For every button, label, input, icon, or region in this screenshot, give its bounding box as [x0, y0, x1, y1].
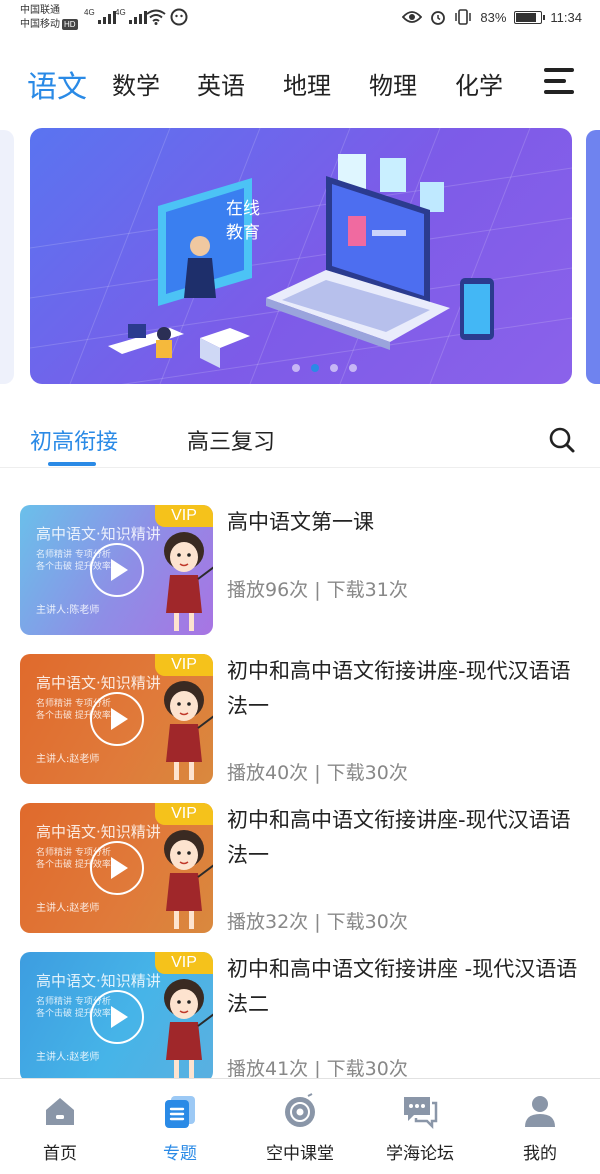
- clock: 11:34: [550, 9, 582, 25]
- vibrate-icon: [455, 9, 472, 25]
- nav-forum[interactable]: 学海论坛: [360, 1079, 480, 1174]
- nav-home[interactable]: 首页: [0, 1079, 120, 1174]
- wifi-icon: [146, 9, 166, 25]
- banner-slide[interactable]: 在线 教育: [30, 128, 572, 384]
- subject-tab-chinese[interactable]: 语文: [27, 62, 87, 106]
- battery-icon: [514, 10, 546, 24]
- nav-topics[interactable]: 专题: [120, 1079, 240, 1174]
- subject-tab-chemistry[interactable]: 化学: [455, 66, 503, 101]
- carousel-dot[interactable]: [292, 364, 300, 372]
- course-title[interactable]: 高中语文第一课: [227, 505, 587, 540]
- active-tab-indicator: [48, 462, 96, 466]
- teacher-illustration: [164, 830, 213, 929]
- vip-badge: VIP: [155, 952, 213, 974]
- nav-me[interactable]: 我的: [480, 1079, 600, 1174]
- carrier-info: 中国联通 中国移动 HD: [20, 4, 78, 32]
- list-item[interactable]: 高中语文·知识精讲 名师精讲 专项分析 各个击破 提升效率 主讲人:赵老师 VIP…: [0, 803, 600, 953]
- menu-icon[interactable]: [544, 66, 576, 98]
- carrier-1: 中国联通: [20, 5, 60, 16]
- subject-tab-geography[interactable]: 地理: [283, 66, 331, 101]
- course-thumbnail[interactable]: 高中语文·知识精讲 名师精讲 专项分析 各个击破 提升效率 主讲人:赵老师 VIP: [20, 803, 213, 933]
- course-title[interactable]: 初中和高中语文衔接讲座-现代汉语语法一: [227, 803, 587, 873]
- play-icon[interactable]: [90, 543, 144, 597]
- forum-icon: [404, 1097, 438, 1129]
- status-right: 83% 11:34: [402, 9, 582, 25]
- disc-icon: [285, 1093, 315, 1127]
- teacher-illustration: [164, 532, 213, 631]
- subject-tab-physics[interactable]: 物理: [369, 66, 417, 101]
- thumbnail-teacher: 主讲人:赵老师: [36, 754, 100, 765]
- banner-text-1: 在线: [226, 199, 260, 219]
- thumbnail-title: 高中语文·知识精讲: [36, 525, 161, 543]
- home-icon: [46, 1098, 74, 1125]
- tab-junior-senior-transition[interactable]: 初高衔接: [30, 424, 118, 456]
- status-bar: 中国联通 中国移动 HD 4G 4G 83% 11:34: [0, 0, 600, 40]
- category-tab-bar: 初高衔接 高三复习: [0, 400, 600, 468]
- course-stats: 播放32次 | 下载30次: [227, 911, 408, 933]
- user-icon: [525, 1096, 555, 1127]
- network-type-1: 4G: [84, 8, 95, 17]
- banner-carousel[interactable]: 在线 教育: [0, 128, 600, 386]
- message-icon: [170, 8, 188, 26]
- course-stats: 播放41次 | 下载30次: [227, 1058, 408, 1078]
- course-title[interactable]: 初中和高中语文衔接讲座-现代汉语语法一: [227, 654, 587, 724]
- teacher-illustration: [164, 979, 213, 1078]
- course-thumbnail[interactable]: 高中语文·知识精讲 名师精讲 专项分析 各个击破 提升效率 主讲人:赵老师 VIP: [20, 952, 213, 1078]
- carousel-dots: [292, 364, 357, 372]
- eye-icon: [402, 11, 423, 23]
- list-item[interactable]: 高中语文·知识精讲 名师精讲 专项分析 各个击破 提升效率 主讲人:陈老师 VIP…: [0, 505, 600, 655]
- course-list: 高中语文·知识精讲 名师精讲 专项分析 各个击破 提升效率 主讲人:陈老师 VIP…: [0, 470, 600, 1078]
- nav-label: 首页: [43, 1144, 77, 1164]
- thumbnail-teacher: 主讲人:赵老师: [36, 1052, 100, 1063]
- course-thumbnail[interactable]: 高中语文·知识精讲 名师精讲 专项分析 各个击破 提升效率 主讲人:赵老师 VIP: [20, 654, 213, 784]
- signal-icon: 4G: [84, 8, 116, 24]
- play-icon[interactable]: [90, 692, 144, 746]
- battery-percent: 83%: [480, 9, 507, 25]
- course-stats: 播放40次 | 下载30次: [227, 762, 408, 784]
- list-item[interactable]: 高中语文·知识精讲 名师精讲 专项分析 各个击破 提升效率 主讲人:赵老师 VIP…: [0, 654, 600, 804]
- thumbnail-teacher: 主讲人:陈老师: [36, 605, 100, 616]
- carousel-dot[interactable]: [330, 364, 338, 372]
- hd-badge: HD: [62, 19, 78, 30]
- alarm-icon: [431, 11, 446, 25]
- carousel-dot[interactable]: [349, 364, 357, 372]
- thumbnail-title: 高中语文·知识精讲: [36, 674, 161, 692]
- nav-air-classroom[interactable]: 空中课堂: [240, 1079, 360, 1174]
- bottom-navigation: 首页 专题 空中课堂 学海论坛 我的: [0, 1078, 600, 1174]
- nav-label: 我的: [523, 1144, 557, 1164]
- play-icon[interactable]: [90, 841, 144, 895]
- network-type-2: 4G: [115, 8, 126, 17]
- vip-badge: VIP: [155, 505, 213, 527]
- teacher-illustration: [164, 681, 213, 780]
- carrier-2: 中国移动: [20, 19, 60, 30]
- nav-label: 空中课堂: [266, 1144, 334, 1164]
- nav-label: 学海论坛: [386, 1144, 454, 1164]
- tab-senior-three-review[interactable]: 高三复习: [187, 424, 275, 456]
- topic-icon: [165, 1096, 195, 1128]
- vip-badge: VIP: [155, 654, 213, 676]
- thumbnail-title: 高中语文·知识精讲: [36, 972, 161, 990]
- vip-badge: VIP: [155, 803, 213, 825]
- list-item[interactable]: 高中语文·知识精讲 名师精讲 专项分析 各个击破 提升效率 主讲人:赵老师 VIP…: [0, 952, 600, 1078]
- nav-label: 专题: [163, 1144, 197, 1164]
- carousel-dot-active[interactable]: [311, 364, 319, 372]
- signal-icon: 4G: [115, 8, 147, 24]
- thumbnail-title: 高中语文·知识精讲: [36, 823, 161, 841]
- banner-next-slide[interactable]: [586, 130, 600, 384]
- course-title[interactable]: 初中和高中语文衔接讲座 -现代汉语语法二: [227, 952, 587, 1022]
- course-thumbnail[interactable]: 高中语文·知识精讲 名师精讲 专项分析 各个击破 提升效率 主讲人:陈老师 VIP: [20, 505, 213, 635]
- subject-tab-english[interactable]: 英语: [197, 66, 245, 101]
- banner-text-2: 教育: [226, 223, 260, 243]
- subject-tab-math[interactable]: 数学: [112, 66, 160, 101]
- course-stats: 播放96次 | 下载31次: [227, 579, 408, 601]
- search-icon[interactable]: [548, 426, 576, 454]
- subject-tab-bar: 语文 数学 英语 地理 物理 化学: [0, 40, 600, 130]
- play-icon[interactable]: [90, 990, 144, 1044]
- online-education-illustration: 在线 教育: [30, 128, 572, 384]
- banner-prev-slide[interactable]: [0, 130, 14, 384]
- thumbnail-teacher: 主讲人:赵老师: [36, 903, 100, 914]
